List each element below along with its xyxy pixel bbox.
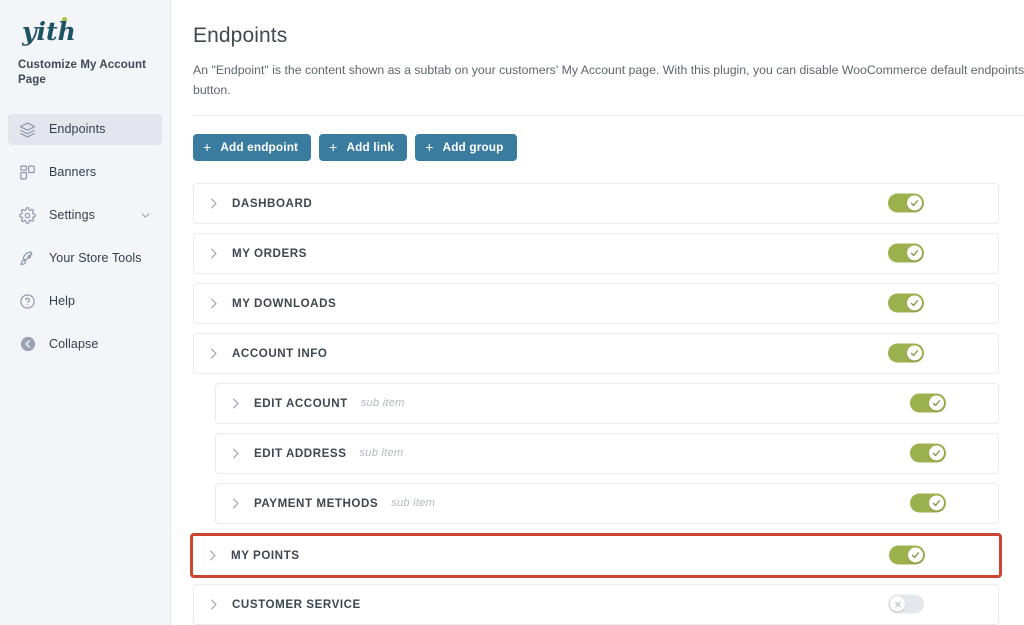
endpoint-enable-toggle[interactable] xyxy=(910,393,946,413)
chevron-right-icon[interactable] xyxy=(206,196,228,211)
sidebar-item-label: Settings xyxy=(49,208,95,223)
sidebar-item-collapse[interactable]: Collapse xyxy=(8,329,162,360)
endpoint-row: MY ORDERS xyxy=(193,232,1024,274)
sidebar-item-label: Your Store Tools xyxy=(49,251,142,266)
sidebar-subtitle: Customize My Account Page xyxy=(18,59,147,86)
toggle-knob xyxy=(908,547,923,563)
question-circle-icon xyxy=(18,292,37,311)
chevron-right-icon[interactable] xyxy=(205,548,227,563)
chevron-down-icon[interactable] xyxy=(139,209,152,222)
endpoint-row: PAYMENT METHODS sub item xyxy=(193,482,1024,524)
endpoint-row: ACCOUNT INFO xyxy=(193,332,1024,374)
endpoint-row: EDIT ADDRESS sub item xyxy=(193,432,1024,474)
app-window: yith Customize My Account Page Endpoints xyxy=(0,0,1024,625)
endpoint-label: EDIT ADDRESS xyxy=(254,446,347,460)
endpoint-sub-item-tag: sub item xyxy=(359,447,404,460)
plus-icon: + xyxy=(329,138,338,155)
table-row[interactable]: DASHBOARD xyxy=(193,182,999,224)
toggle-knob xyxy=(929,495,944,511)
add-link-button[interactable]: + Add link xyxy=(319,133,408,161)
button-label: Add link xyxy=(346,140,395,155)
table-row[interactable]: MY DOWNLOADS xyxy=(193,282,999,324)
chevron-right-icon[interactable] xyxy=(206,597,228,612)
endpoint-sub-item-tag: sub item xyxy=(391,497,436,510)
endpoint-label: DASHBOARD xyxy=(232,196,313,210)
endpoint-enable-toggle[interactable] xyxy=(910,443,946,463)
chevron-right-icon[interactable] xyxy=(228,396,250,411)
toggle-knob xyxy=(907,345,922,361)
sidebar-item-label: Help xyxy=(49,294,76,309)
endpoint-label: EDIT ACCOUNT xyxy=(254,396,348,410)
endpoint-enable-toggle[interactable] xyxy=(888,343,924,363)
toggle-knob xyxy=(907,295,922,311)
table-row[interactable]: MY ORDERS xyxy=(193,232,999,274)
endpoint-sub-item-tag: sub item xyxy=(360,397,405,410)
table-row[interactable]: PAYMENT METHODS sub item xyxy=(215,482,999,524)
layers-icon xyxy=(18,120,37,139)
endpoint-label: MY POINTS xyxy=(231,548,300,562)
endpoint-enable-toggle[interactable] xyxy=(888,594,924,614)
sidebar-item-banners[interactable]: Banners xyxy=(8,157,162,188)
endpoint-list: DASHBOARD MY ORDERS MY DOWNLOADS ACCOUNT IN… xyxy=(171,161,1024,625)
endpoint-label: CUSTOMER SERVICE xyxy=(232,597,361,611)
chevron-right-icon[interactable] xyxy=(228,446,250,461)
button-label: Add endpoint xyxy=(220,140,299,155)
endpoint-enable-toggle[interactable] xyxy=(888,293,924,313)
toggle-knob xyxy=(929,395,944,411)
chevron-right-icon[interactable] xyxy=(206,346,228,361)
sidebar-item-help[interactable]: Help xyxy=(8,286,162,317)
sidebar-item-your-store-tools[interactable]: Your Store Tools xyxy=(8,243,162,274)
sidebar-nav: Endpoints Banners Settings Your Store To… xyxy=(0,113,170,360)
table-row[interactable]: EDIT ACCOUNT sub item xyxy=(215,382,999,424)
table-row[interactable]: ACCOUNT INFO xyxy=(193,332,999,374)
button-label: Add group xyxy=(442,140,504,155)
svg-text:yith: yith xyxy=(22,17,76,46)
table-row[interactable]: EDIT ADDRESS sub item xyxy=(215,432,999,474)
banners-grid-icon xyxy=(18,163,37,182)
chevron-right-icon[interactable] xyxy=(228,496,250,511)
chevron-right-icon[interactable] xyxy=(206,296,228,311)
endpoint-label: ACCOUNT INFO xyxy=(232,346,328,360)
toggle-knob xyxy=(890,596,905,612)
endpoint-row-highlighted: MY POINTS xyxy=(190,532,1002,578)
sidebar-item-endpoints[interactable]: Endpoints xyxy=(8,113,162,145)
endpoint-enable-toggle[interactable] xyxy=(889,545,925,565)
toggle-knob xyxy=(929,445,944,461)
sidebar: yith Customize My Account Page Endpoints xyxy=(0,0,171,625)
rocket-icon xyxy=(18,249,37,268)
page-header: Endpoints An "Endpoint" is the content s… xyxy=(171,0,1024,116)
sidebar-item-settings[interactable]: Settings xyxy=(8,200,162,231)
collapse-arrow-icon xyxy=(18,335,37,354)
chevron-right-icon[interactable] xyxy=(206,246,228,261)
endpoint-enable-toggle[interactable] xyxy=(888,243,924,263)
toggle-knob xyxy=(907,195,922,211)
sidebar-item-label: Collapse xyxy=(49,337,99,352)
endpoint-enable-toggle[interactable] xyxy=(888,193,924,213)
endpoint-label: MY ORDERS xyxy=(232,246,307,260)
plus-icon: + xyxy=(425,138,434,155)
endpoint-label: PAYMENT METHODS xyxy=(254,496,379,510)
table-row[interactable]: MY POINTS xyxy=(193,535,999,575)
endpoint-row: DASHBOARD xyxy=(193,182,1024,224)
page-description: An "Endpoint" is the content shown as a … xyxy=(193,63,1024,97)
page-title: Endpoints xyxy=(193,24,288,47)
toggle-knob xyxy=(907,245,922,261)
sidebar-item-label: Endpoints xyxy=(49,122,106,137)
gear-icon xyxy=(18,206,37,225)
main-content: Endpoints An "Endpoint" is the content s… xyxy=(171,0,1024,625)
endpoint-row: CUSTOMER SERVICE xyxy=(193,583,1024,625)
endpoint-row: MY DOWNLOADS xyxy=(193,282,1024,324)
endpoint-row: EDIT ACCOUNT sub item xyxy=(193,382,1024,424)
plus-icon: + xyxy=(203,138,212,155)
toolbar: + Add endpoint + Add link + Add group xyxy=(171,116,1024,161)
add-endpoint-button[interactable]: + Add endpoint xyxy=(193,133,312,161)
sidebar-item-label: Banners xyxy=(49,165,97,180)
endpoint-enable-toggle[interactable] xyxy=(910,493,946,513)
add-group-button[interactable]: + Add group xyxy=(415,133,517,161)
endpoint-label: MY DOWNLOADS xyxy=(232,296,337,310)
yith-logo-icon: yith xyxy=(22,17,76,46)
yith-logo[interactable]: yith xyxy=(0,10,170,50)
table-row[interactable]: CUSTOMER SERVICE xyxy=(193,583,999,625)
